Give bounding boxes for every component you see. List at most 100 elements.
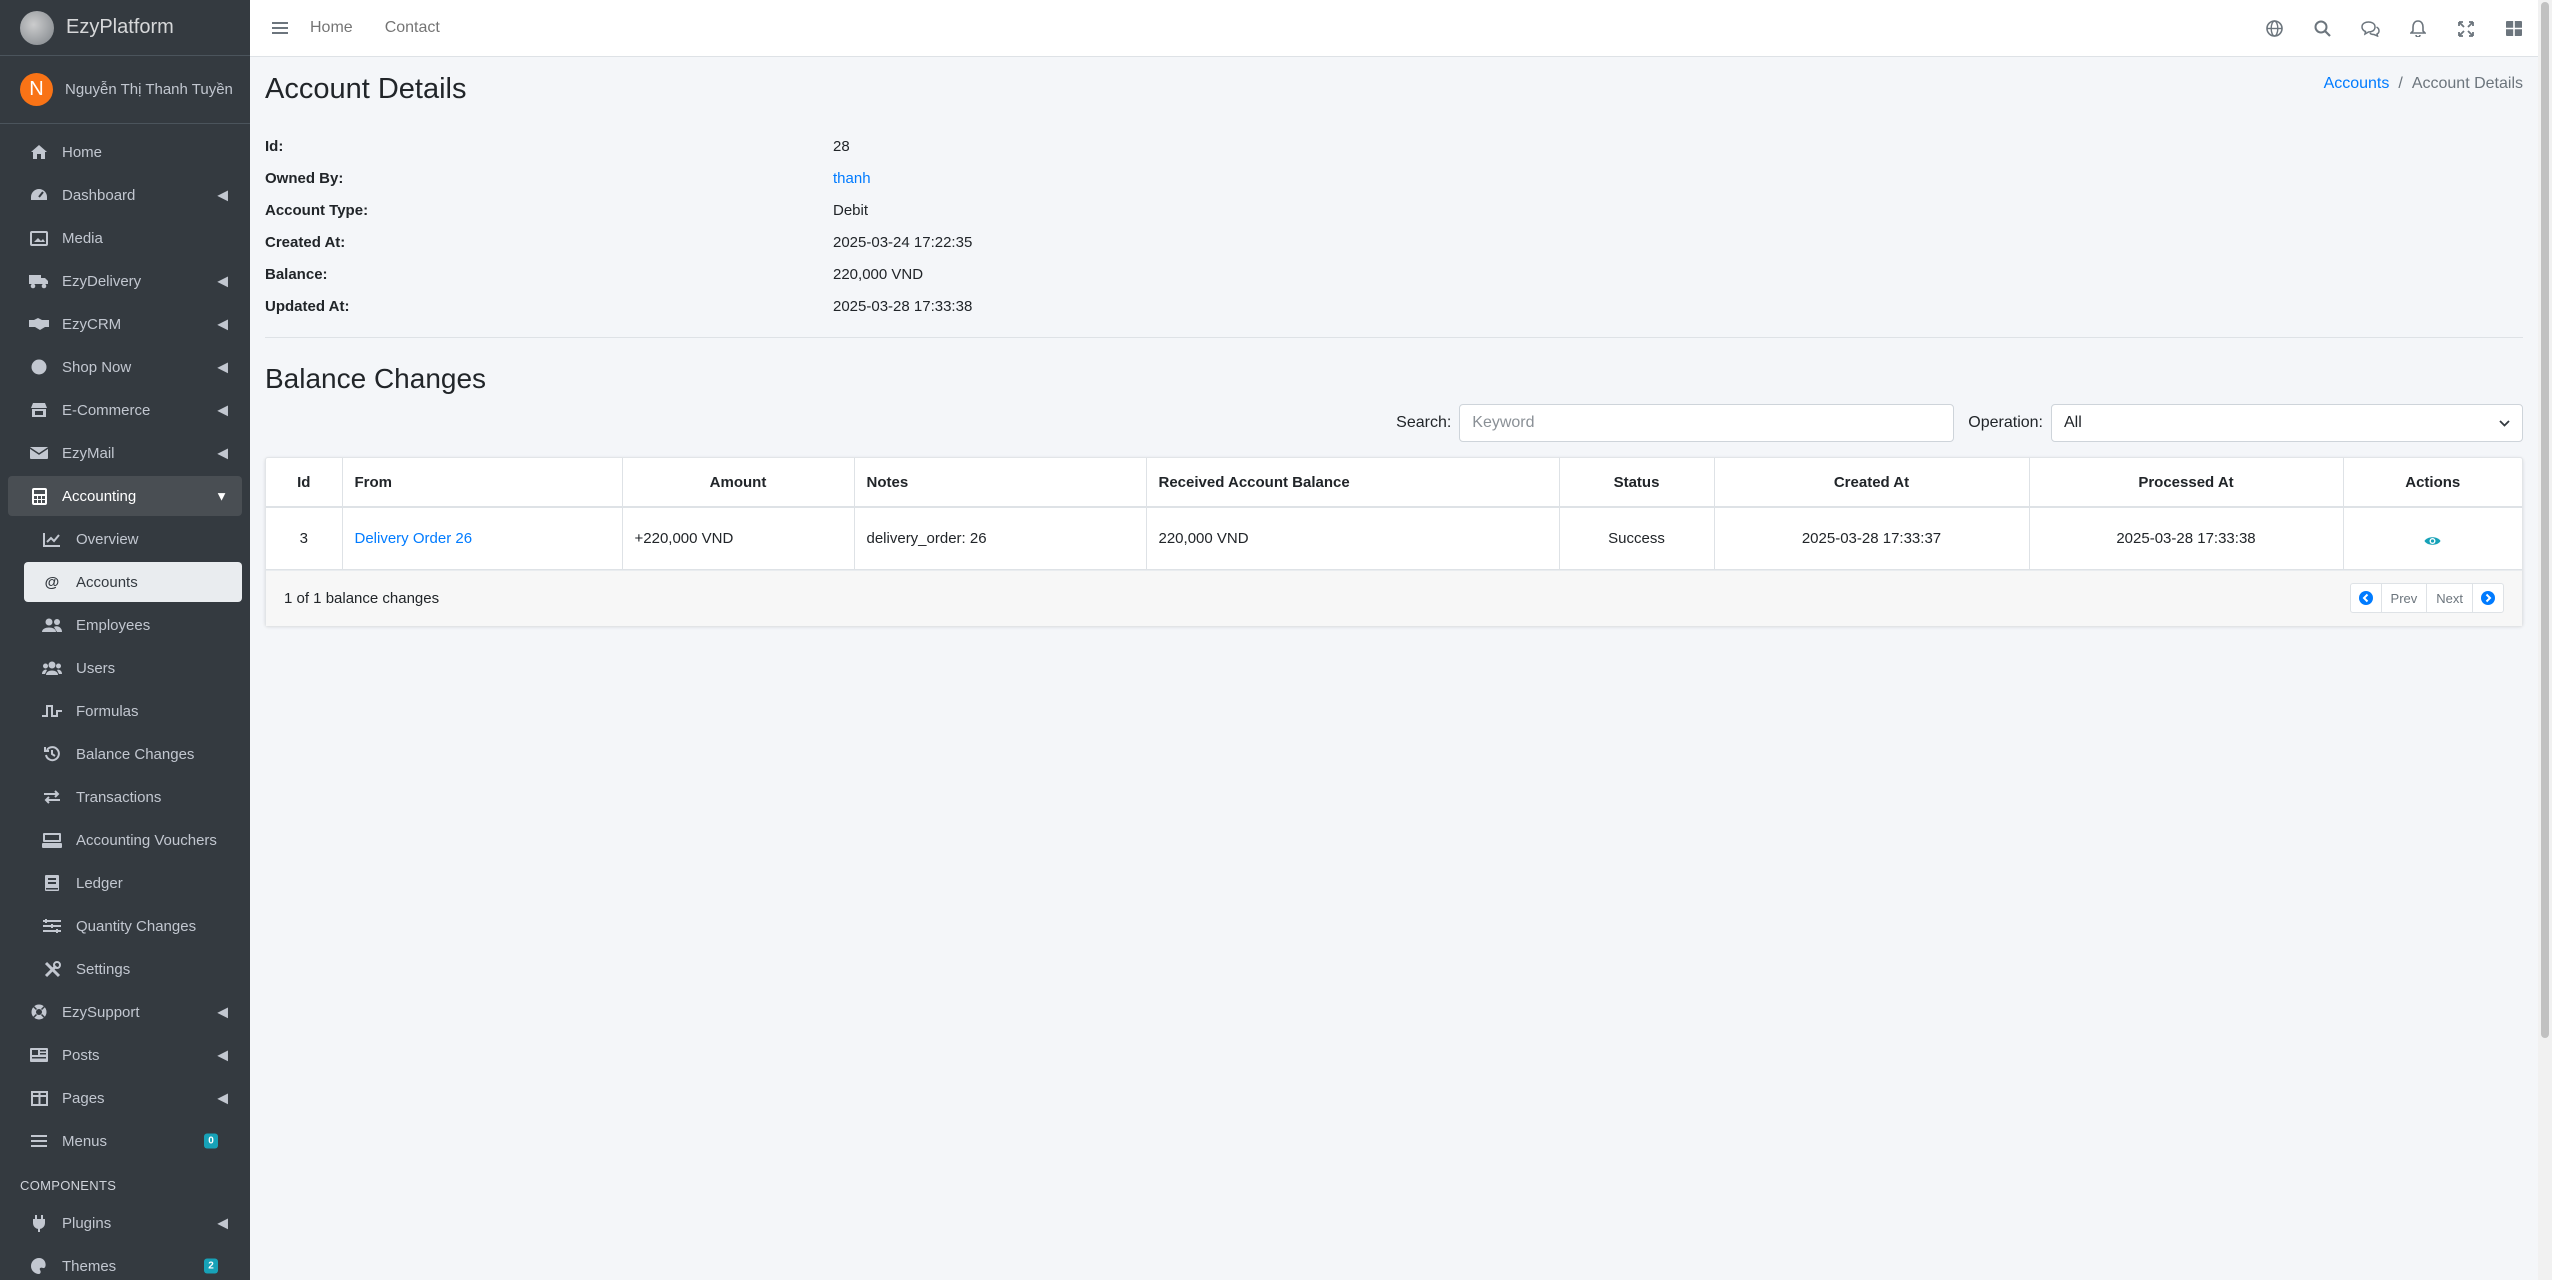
sidebar-subitem-employees[interactable]: Employees [24, 605, 242, 645]
user-panel[interactable]: N Nguyễn Thị Thanh Tuyền [0, 56, 250, 124]
sidebar-item-label: Plugins [62, 1214, 112, 1232]
breadcrumb-current: Account Details [2411, 75, 2523, 92]
sidebar-item-label: Shop Now [62, 358, 132, 376]
detail-label: Balance: [265, 265, 328, 283]
sidebar-item-dashboard[interactable]: Dashboard ◀ [8, 175, 242, 215]
sidebar-subitem-overview[interactable]: Overview [24, 519, 242, 559]
column-header[interactable]: Amount [622, 458, 855, 508]
sidebar-subitem-balance-changes[interactable]: Balance Changes [24, 734, 242, 774]
sidebar-subitem-accounting-vouchers[interactable]: Accounting Vouchers [24, 820, 242, 860]
table-row: 3 Delivery Order 26 +220,000 VND deliver… [266, 507, 2522, 570]
newspaper-icon [28, 1048, 50, 1062]
breadcrumb-accounts-link[interactable]: Accounts [2324, 75, 2390, 92]
filters: Search: Operation: All [1396, 404, 2523, 442]
sidebar-item-label: Dashboard [62, 186, 136, 204]
sidebar-item-media[interactable]: Media [8, 218, 242, 258]
chevron-left-icon: ◀ [217, 444, 228, 461]
operation-select[interactable]: All [2051, 404, 2523, 442]
avatar: N [20, 73, 53, 106]
chart-line-icon [42, 532, 62, 547]
sidebar-subitem-transactions[interactable]: Transactions [24, 777, 242, 817]
chevron-down-icon: ▼ [215, 488, 228, 504]
next-button[interactable]: Next [2427, 584, 2473, 612]
chevron-left-icon: ◀ [217, 186, 228, 203]
home-icon [28, 144, 50, 160]
prev-button[interactable]: Prev [2382, 584, 2428, 612]
sidebar-subitem-quantity-changes[interactable]: Quantity Changes [24, 906, 242, 946]
comments-icon[interactable] [2346, 0, 2394, 57]
column-header[interactable]: Received Account Balance [1146, 458, 1560, 508]
bell-icon[interactable] [2394, 0, 2442, 57]
calculator-icon [28, 487, 50, 505]
pagination-summary: 1 of 1 balance changes [284, 589, 440, 607]
sidebar-item-shop-now[interactable]: Shop Now ◀ [8, 347, 242, 387]
nav-link-home[interactable]: Home [310, 19, 353, 37]
sidebar-subitem-label: Settings [76, 960, 131, 978]
sidebar-item-home[interactable]: Home [8, 132, 242, 172]
owner-link[interactable]: thanh [833, 170, 871, 187]
sidebar-item-accounting[interactable]: Accounting ▼ [8, 476, 242, 516]
arrow-circle-right-icon[interactable] [2473, 584, 2503, 612]
chevron-left-icon: ◀ [217, 1003, 228, 1020]
sidebar-subitem-ledger[interactable]: Ledger [24, 863, 242, 903]
envelope-icon [28, 446, 50, 460]
eye-icon[interactable] [2424, 529, 2441, 546]
sidebar-item-label: Menus [62, 1132, 108, 1150]
grid-icon[interactable] [2490, 0, 2538, 57]
sidebar-item-menus[interactable]: Menus 0 [8, 1121, 242, 1161]
section-title: Balance Changes [265, 363, 487, 394]
account-details: Id: 28 Owned By: thanh Account Type: Deb… [265, 130, 2523, 322]
column-header[interactable]: Status [1559, 458, 1715, 508]
column-header[interactable]: From [342, 458, 623, 508]
sidebar-subitem-formulas[interactable]: Formulas [24, 691, 242, 731]
scrollbar[interactable] [2538, 0, 2552, 1280]
detail-label: Account Type: [265, 201, 369, 219]
sidebar-item-ecommerce[interactable]: E-Commerce ◀ [8, 390, 242, 430]
column-header[interactable]: Notes [854, 458, 1147, 508]
detail-value: Debit [833, 201, 869, 219]
detail-label: Created At: [265, 233, 346, 251]
arrow-circle-left-icon[interactable] [2351, 584, 2382, 612]
chevron-left-icon: ◀ [217, 1089, 228, 1106]
expand-icon[interactable] [2442, 0, 2490, 57]
plug-icon [28, 1214, 50, 1232]
brand-link[interactable]: EzyPlatform [0, 0, 250, 56]
breadcrumb: Accounts / Account Details [2324, 75, 2523, 93]
column-header[interactable]: Processed At [2029, 458, 2344, 508]
user-group-icon [42, 618, 62, 632]
components-header: COMPONENTS [20, 1178, 117, 1193]
circle-icon [28, 359, 50, 375]
breadcrumb-separator: / [2398, 75, 2403, 92]
search-input[interactable] [1459, 404, 1955, 442]
sidebar-item-themes[interactable]: Themes 2 [8, 1246, 242, 1280]
search-icon[interactable] [2298, 0, 2346, 57]
sidebar-item-ezycrm[interactable]: EzyCRM ◀ [8, 304, 242, 344]
sidebar-subitem-users[interactable]: Users [24, 648, 242, 688]
search-label: Search: [1396, 414, 1452, 431]
scrollbar-thumb[interactable] [2541, 2, 2549, 1038]
column-header[interactable]: Id [266, 458, 343, 508]
top-icons [2250, 0, 2538, 57]
delivery-order-link[interactable]: Delivery Order 26 [355, 530, 473, 547]
table-header-row: Id From Amount Notes Received Account Ba… [266, 458, 2522, 508]
hamburger-icon[interactable] [250, 0, 310, 57]
globe-icon[interactable] [2250, 0, 2298, 57]
sidebar-subitem-label: Overview [76, 530, 139, 548]
column-header: Actions [2343, 458, 2522, 508]
sidebar-item-posts[interactable]: Posts ◀ [8, 1035, 242, 1075]
sidebar-subitem-label: Accounting Vouchers [76, 831, 217, 849]
sidebar-subitem-accounts[interactable]: @ Accounts [24, 562, 242, 602]
sidebar-item-ezydelivery[interactable]: EzyDelivery ◀ [8, 261, 242, 301]
sidebar-item-label: Accounting [62, 487, 137, 505]
sidebar-item-label: E-Commerce [62, 401, 151, 419]
sidebar-nav: Home Dashboard ◀ Media EzyDelivery ◀ Ezy… [0, 124, 250, 1280]
sidebar-item-pages[interactable]: Pages ◀ [8, 1078, 242, 1118]
sidebar-item-ezysupport[interactable]: EzySupport ◀ [8, 992, 242, 1032]
sidebar-subitem-settings[interactable]: Settings [24, 949, 242, 989]
pagination: Prev Next [2349, 583, 2504, 613]
sidebar-item-ezymail[interactable]: EzyMail ◀ [8, 433, 242, 473]
book-icon [42, 875, 62, 891]
nav-link-contact[interactable]: Contact [385, 19, 440, 37]
sidebar-item-plugins[interactable]: Plugins ◀ [8, 1203, 242, 1243]
column-header[interactable]: Created At [1714, 458, 2030, 508]
